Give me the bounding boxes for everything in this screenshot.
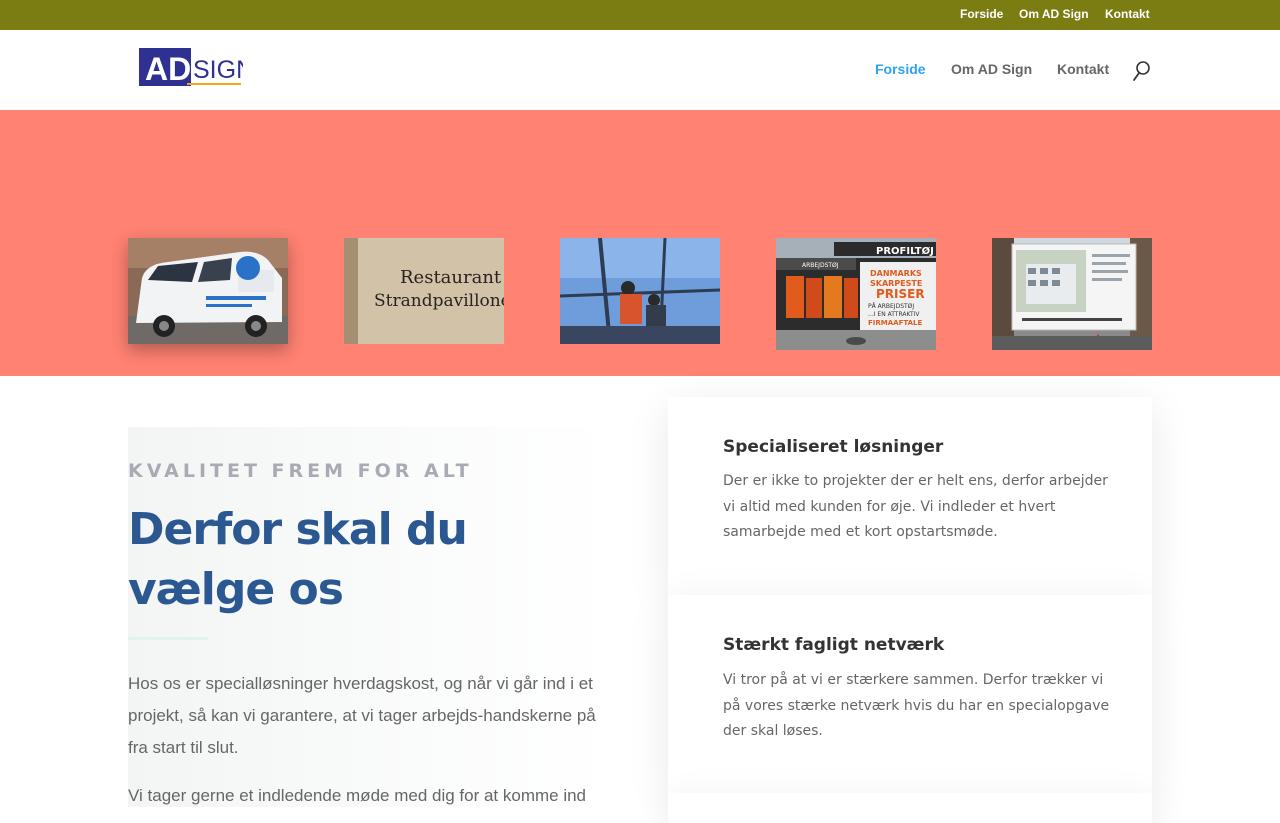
nav-item-kontakt[interactable]: Kontakt [1057, 61, 1109, 77]
gallery-image-restaurant-sign[interactable]: Restaurant Strandpavillonen [344, 238, 504, 344]
banner-text-1: DANMARKS [870, 269, 922, 278]
feature-card-title: Specialiseret løsninger [723, 437, 944, 457]
feature-card-network: Stærkt fagligt netværk Vi tror på at vi … [668, 595, 1152, 793]
topbar-link-forside[interactable]: Forside [960, 7, 1003, 21]
restaurant-sign-line2: Strandpavillonen [374, 291, 504, 311]
logo-sign-text: SIGN [193, 56, 243, 84]
feature-card-specialized: Specialiseret løsninger Der er ikke to p… [668, 397, 1152, 595]
intro-divider [128, 637, 208, 640]
topbar-link-om-ad-sign[interactable]: Om AD Sign [1019, 7, 1089, 21]
restaurant-sign-line1: Restaurant [400, 267, 502, 288]
feature-card-text: Der er ikke to projekter der er helt ens… [723, 473, 1108, 540]
banner-text-6: FIRMAAFTALE [868, 319, 922, 327]
nav-item-forside[interactable]: Forside [875, 61, 926, 77]
banner-text-4: PÅ ARBEJDSTØJ [868, 303, 914, 310]
banner-text-3: PRISER [876, 287, 925, 301]
banner-text-5: ...I EN ATTRAKTIV [868, 311, 920, 318]
intro-paragraph-2: Vi tager gerne et indledende møde med di… [128, 786, 587, 805]
feature-card-title: Stærkt fagligt netværk [723, 635, 945, 655]
gallery-image-window-install[interactable] [560, 238, 720, 344]
topbar-link-kontakt[interactable]: Kontakt [1105, 7, 1150, 21]
top-bar: Forside Om AD Sign Kontakt [0, 0, 1280, 30]
site-logo[interactable]: AD SIGN [137, 47, 254, 89]
banner-left-text: ARBEJDSTØJ [802, 262, 839, 269]
gallery-image-building-billboard[interactable] [992, 238, 1152, 350]
intro-paragraph-1: Hos os er specialløsninger hverdagskost,… [128, 674, 596, 757]
intro-eyebrow: KVALITET FREM FOR ALT [128, 460, 473, 482]
search-icon[interactable] [1132, 60, 1152, 82]
intro-headline: Derfor skal du vælge os [128, 504, 468, 615]
feature-card-text: Vi tror på at vi er stærkere sammen. Der… [723, 672, 1110, 739]
logo-ad-text: AD [145, 51, 191, 87]
nav-item-om-ad-sign[interactable]: Om AD Sign [951, 61, 1032, 77]
gallery-image-van[interactable] [128, 238, 288, 344]
gallery-image-storefront-banner[interactable]: PROFILTØJ ARBEJDSTØJ DANMARKS SKARPESTE … [776, 238, 936, 350]
banner-header-text: PROFILTØJ [876, 245, 934, 257]
feature-card-next [668, 793, 1152, 823]
